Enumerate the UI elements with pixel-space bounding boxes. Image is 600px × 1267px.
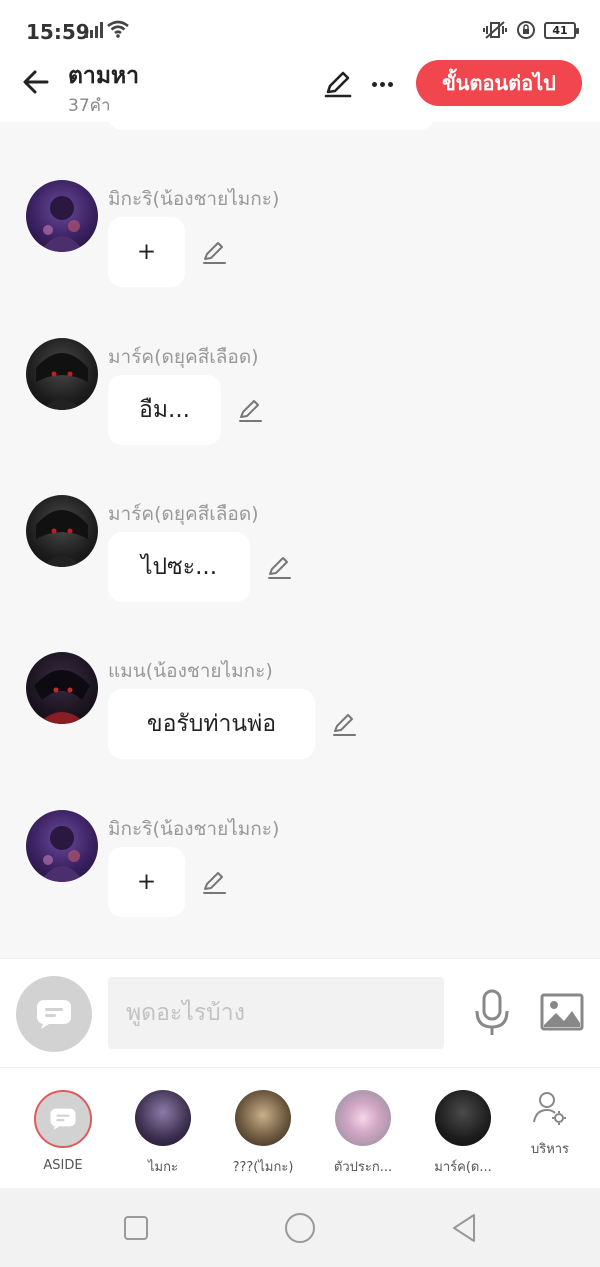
character-item[interactable]: ???(ไมกะ) — [213, 1090, 313, 1177]
pencil-icon[interactable] — [200, 868, 228, 896]
character-label: ไมกะ — [148, 1160, 178, 1175]
previous-message-bubble — [108, 110, 434, 130]
more-options-button[interactable] — [366, 68, 398, 100]
battery-indicator: 41 — [544, 21, 579, 39]
page-title: ตามหา — [68, 63, 140, 89]
message-bubble[interactable]: อืม... — [108, 375, 221, 445]
status-bar: 15:59 41 — [0, 0, 600, 58]
sender-name: มิกะริ(น้องชายไมกะ) — [108, 818, 280, 840]
signal-icon — [85, 22, 103, 38]
vibrate-icon — [483, 21, 507, 39]
back-button[interactable] — [18, 64, 54, 100]
sender-name: แมน(น้องชายไมกะ) — [108, 660, 273, 682]
message-bubble[interactable]: ขอรับท่านพ่อ — [108, 689, 315, 759]
avatar[interactable] — [26, 495, 98, 567]
edit-button[interactable] — [322, 68, 354, 100]
pencil-icon[interactable] — [200, 238, 228, 266]
avatar — [135, 1090, 191, 1146]
next-step-button[interactable]: ขั้นตอนต่อไป — [416, 60, 582, 106]
message-bubble[interactable]: + — [108, 847, 185, 917]
word-count: 37คำ — [68, 96, 111, 116]
avatar — [335, 1090, 391, 1146]
pencil-icon[interactable] — [265, 553, 293, 581]
home-icon[interactable] — [284, 1212, 316, 1244]
status-time: 15:59 — [26, 20, 90, 44]
aside-button[interactable] — [16, 976, 92, 1052]
user-gear-icon — [533, 1092, 566, 1125]
character-item[interactable]: ไมกะ — [113, 1090, 213, 1177]
character-label: ตัวประก... — [333, 1160, 393, 1175]
character-bar: ASIDE ไมกะ ???(ไมกะ) ตัวประก... มาร์ค(ด.… — [0, 1068, 600, 1188]
rotation-lock-icon — [517, 21, 535, 39]
wifi-icon — [107, 20, 129, 38]
character-label: ASIDE — [43, 1158, 83, 1173]
pencil-icon[interactable] — [330, 710, 358, 738]
microphone-icon[interactable] — [472, 989, 512, 1037]
chat-bubble-icon — [37, 1000, 71, 1029]
character-item[interactable]: มาร์ค(ด... — [413, 1090, 513, 1177]
chat-bubble-icon — [50, 1108, 76, 1131]
back-nav-icon[interactable] — [448, 1212, 480, 1244]
recents-icon[interactable] — [120, 1212, 152, 1244]
manage-label: บริหาร — [530, 1142, 570, 1157]
input-bar — [0, 958, 600, 1068]
system-nav-bar — [0, 1188, 600, 1267]
image-icon[interactable] — [540, 993, 584, 1031]
avatar — [235, 1090, 291, 1146]
character-label: ???(ไมกะ) — [232, 1160, 294, 1175]
avatar[interactable] — [26, 338, 98, 410]
character-item[interactable]: ตัวประก... — [313, 1090, 413, 1177]
sender-name: มาร์ค(ดยุคสีเลือด) — [108, 503, 259, 525]
avatar[interactable] — [26, 810, 98, 882]
aside-avatar — [34, 1090, 92, 1148]
avatar — [435, 1090, 491, 1146]
sender-name: มาร์ค(ดยุคสีเลือด) — [108, 346, 259, 368]
message-bubble[interactable]: + — [108, 217, 185, 287]
character-label: มาร์ค(ด... — [434, 1160, 492, 1175]
character-aside[interactable]: ASIDE — [13, 1090, 113, 1173]
more-horizontal-icon — [371, 81, 377, 87]
manage-button[interactable]: บริหาร — [520, 1090, 580, 1159]
pencil-icon — [324, 71, 352, 98]
avatar[interactable] — [26, 180, 98, 252]
sender-name: มิกะริ(น้องชายไมกะ) — [108, 188, 280, 210]
avatar[interactable] — [26, 652, 98, 724]
message-bubble[interactable]: ไปซะ... — [108, 532, 250, 602]
message-input[interactable] — [108, 977, 444, 1049]
pencil-icon[interactable] — [236, 396, 264, 424]
arrow-left-icon — [23, 70, 49, 94]
